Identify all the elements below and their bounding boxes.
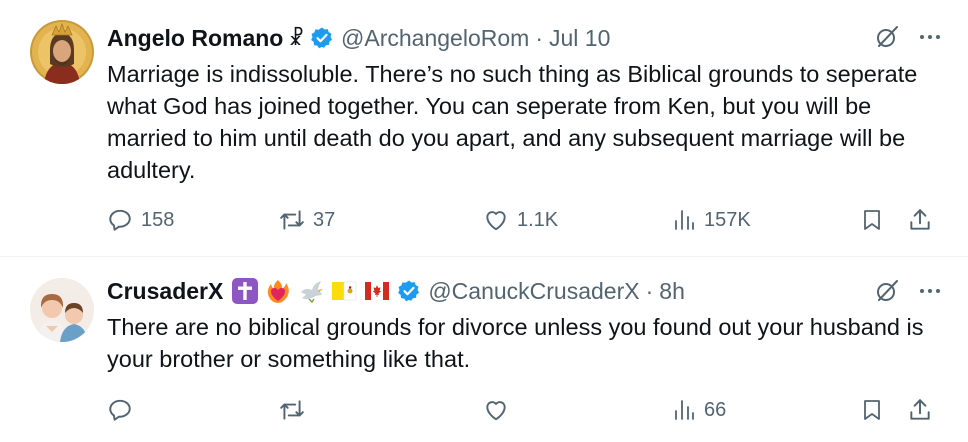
tweet-top-actions xyxy=(874,24,942,50)
retweet-icon xyxy=(279,397,305,423)
views-count: 66 xyxy=(704,398,727,421)
more-options-icon[interactable] xyxy=(918,25,942,49)
tweet-header: Angelo Romano ☧ @ArchangeloRom · Jul 10 xyxy=(107,23,610,53)
like-button[interactable] xyxy=(483,395,517,425)
timestamp[interactable]: Jul 10 xyxy=(549,25,610,52)
views-button[interactable]: 66 xyxy=(672,395,726,425)
grok-icon[interactable] xyxy=(874,278,900,304)
views-count: 157K xyxy=(704,208,751,231)
latin-cross-emoji xyxy=(232,278,259,304)
reply-button[interactable] xyxy=(107,395,141,425)
retweet-button[interactable] xyxy=(279,395,313,425)
heart-icon xyxy=(483,207,509,233)
reply-button[interactable]: 158 xyxy=(107,205,174,235)
tweet[interactable]: Angelo Romano ☧ @ArchangeloRom · Jul 10 xyxy=(0,0,968,256)
heart-on-fire-emoji xyxy=(265,278,291,304)
vatican-flag-emoji xyxy=(331,278,357,304)
tweet-header: CrusaderX @CanuckCrusaderX · 8h xyxy=(107,276,685,306)
more-options-icon[interactable] xyxy=(918,279,942,303)
display-name[interactable]: CrusaderX xyxy=(107,278,223,305)
timestamp[interactable]: 8h xyxy=(659,278,685,305)
handle[interactable]: @ArchangeloRom xyxy=(341,25,529,52)
tweet-actions: 66 xyxy=(107,395,937,425)
verified-badge-icon xyxy=(310,26,334,50)
bookmark-button[interactable] xyxy=(860,205,884,235)
share-button[interactable] xyxy=(907,205,933,235)
reply-icon xyxy=(107,207,133,233)
share-icon xyxy=(907,397,933,423)
bookmark-icon xyxy=(860,397,884,423)
bookmark-button[interactable] xyxy=(860,395,884,425)
canada-flag-emoji xyxy=(364,278,390,304)
handle[interactable]: @CanuckCrusaderX xyxy=(428,278,639,305)
retweet-button[interactable]: 37 xyxy=(279,205,335,235)
share-icon xyxy=(907,207,933,233)
tweet[interactable]: CrusaderX @CanuckCrusaderX · 8h There ar… xyxy=(0,257,968,442)
dove-emoji xyxy=(298,278,324,304)
bookmark-icon xyxy=(860,207,884,233)
separator-dot: · xyxy=(645,277,654,304)
like-count: 1.1K xyxy=(517,208,559,231)
heart-icon xyxy=(483,397,509,423)
tweet-top-actions xyxy=(874,278,942,304)
tweet-actions: 158 37 1.1K 157K xyxy=(107,205,937,235)
views-button[interactable]: 157K xyxy=(672,205,751,235)
verified-badge-icon xyxy=(397,279,421,303)
chi-rho-symbol: ☧ xyxy=(288,27,305,50)
display-name[interactable]: Angelo Romano xyxy=(107,25,283,52)
grok-icon[interactable] xyxy=(874,24,900,50)
separator-dot: · xyxy=(535,24,543,51)
views-chart-icon xyxy=(672,207,696,233)
retweet-icon xyxy=(279,207,305,233)
views-chart-icon xyxy=(672,397,696,423)
retweet-count: 37 xyxy=(313,208,336,231)
reply-count: 158 xyxy=(141,208,175,231)
reply-icon xyxy=(107,397,133,423)
like-button[interactable]: 1.1K xyxy=(483,205,558,235)
avatar[interactable] xyxy=(30,20,94,84)
tweet-text: Marriage is indissoluble. There’s no suc… xyxy=(107,61,918,183)
avatar[interactable] xyxy=(30,278,94,342)
share-button[interactable] xyxy=(907,395,933,425)
tweet-text: There are no biblical grounds for divorc… xyxy=(107,314,924,372)
